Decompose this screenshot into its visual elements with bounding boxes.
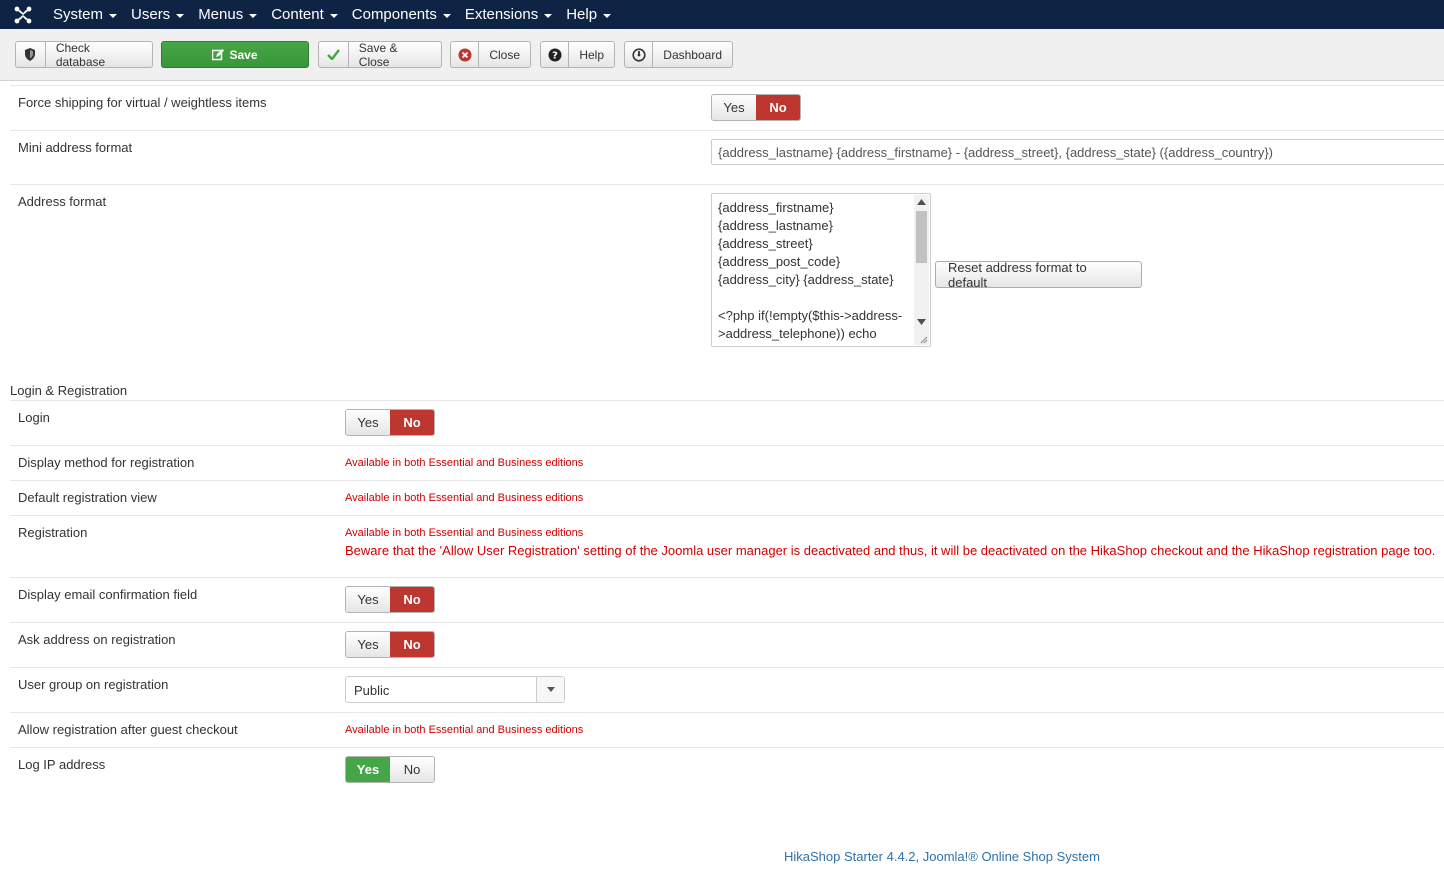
check-icon bbox=[319, 42, 349, 67]
ask-address-row: Ask address on registration Yes No bbox=[10, 623, 1444, 668]
close-button[interactable]: Close bbox=[450, 41, 531, 68]
email-confirmation-toggle: Yes No bbox=[345, 586, 435, 613]
caret-down-icon bbox=[109, 13, 118, 18]
after-guest-row: Allow registration after guest checkout … bbox=[10, 713, 1444, 748]
user-group-row: User group on registration Public bbox=[10, 668, 1444, 713]
availability-note: Available in both Essential and Business… bbox=[345, 724, 584, 736]
email-confirmation-yes[interactable]: Yes bbox=[346, 587, 390, 612]
force-shipping-yes[interactable]: Yes bbox=[712, 95, 756, 120]
ask-address-toggle: Yes No bbox=[345, 631, 435, 658]
dashboard-button[interactable]: Dashboard bbox=[624, 41, 733, 68]
force-shipping-row: Force shipping for virtual / weightless … bbox=[10, 86, 1444, 131]
display-method-label: Display method for registration bbox=[18, 455, 195, 470]
address-format-row: Address format {address_firstname} {addr… bbox=[10, 185, 1444, 370]
email-confirmation-no[interactable]: No bbox=[390, 587, 434, 612]
dashboard-gauge-icon bbox=[625, 42, 654, 67]
email-confirmation-row: Display email confirmation field Yes No bbox=[10, 578, 1444, 623]
mini-address-input[interactable]: {address_lastname} {address_firstname} -… bbox=[711, 139, 1444, 165]
footer-link[interactable]: HikaShop Starter 4.4.2, Joomla!® Online … bbox=[784, 849, 1100, 864]
save-button[interactable]: Save bbox=[161, 41, 309, 68]
menu-system[interactable]: System bbox=[46, 0, 124, 29]
force-shipping-toggle: Yes No bbox=[711, 94, 801, 121]
default-view-row: Default registration view Available in b… bbox=[10, 481, 1444, 516]
after-guest-label: Allow registration after guest checkout bbox=[18, 722, 238, 737]
menu-users[interactable]: Users bbox=[124, 0, 191, 29]
config-content: Force shipping for virtual / weightless … bbox=[0, 81, 1444, 890]
resize-grip-icon[interactable] bbox=[920, 336, 928, 344]
caret-down-icon bbox=[544, 13, 553, 18]
scroll-up-arrow-icon[interactable] bbox=[917, 199, 926, 205]
login-registration-title: Login & Registration bbox=[10, 383, 128, 398]
force-shipping-no[interactable]: No bbox=[756, 95, 800, 120]
mini-address-label: Mini address format bbox=[18, 140, 133, 155]
registration-row: Registration Available in both Essential… bbox=[10, 516, 1444, 578]
log-ip-row: Log IP address Yes No bbox=[10, 748, 1444, 794]
user-group-label: User group on registration bbox=[18, 677, 169, 692]
display-method-row: Display method for registration Availabl… bbox=[10, 446, 1444, 481]
login-label: Login bbox=[18, 410, 50, 425]
top-navbar: System Users Menus Content Components Ex… bbox=[0, 0, 1444, 29]
help-button[interactable]: ? Help bbox=[540, 41, 615, 68]
svg-text:?: ? bbox=[552, 50, 558, 61]
login-yes[interactable]: Yes bbox=[346, 410, 390, 435]
cancel-circle-icon bbox=[451, 42, 480, 67]
joomla-logo-icon[interactable] bbox=[0, 0, 46, 29]
login-no[interactable]: No bbox=[390, 410, 434, 435]
question-circle-icon: ? bbox=[541, 42, 570, 67]
user-group-select[interactable]: Public bbox=[345, 676, 565, 703]
email-confirmation-label: Display email confirmation field bbox=[18, 587, 198, 602]
caret-down-icon bbox=[249, 13, 258, 18]
caret-down-icon bbox=[176, 13, 185, 18]
address-format-label: Address format bbox=[18, 194, 107, 209]
force-shipping-label: Force shipping for virtual / weightless … bbox=[18, 95, 267, 110]
caret-down-icon bbox=[603, 13, 612, 18]
edit-icon bbox=[212, 48, 225, 61]
menu-help[interactable]: Help bbox=[559, 0, 618, 29]
check-database-button[interactable]: Check database bbox=[15, 41, 153, 69]
ask-address-no[interactable]: No bbox=[390, 632, 434, 657]
login-toggle: Yes No bbox=[345, 409, 435, 436]
menu-content[interactable]: Content bbox=[264, 0, 345, 29]
availability-note: Available in both Essential and Business… bbox=[345, 457, 584, 469]
default-view-label: Default registration view bbox=[18, 490, 157, 505]
login-row: Login Yes No bbox=[10, 401, 1444, 446]
shield-icon bbox=[16, 42, 46, 67]
scrollbar-thumb[interactable] bbox=[916, 211, 927, 263]
registration-warning: Beware that the 'Allow User Registration… bbox=[345, 543, 1436, 558]
reset-address-format-button[interactable]: Reset address format to default bbox=[935, 260, 1142, 290]
address-format-textarea[interactable]: {address_firstname} {address_lastname} {… bbox=[711, 193, 931, 347]
user-group-value: Public bbox=[354, 683, 390, 698]
log-ip-label: Log IP address bbox=[18, 757, 106, 772]
log-ip-no[interactable]: No bbox=[390, 757, 434, 782]
menu-components[interactable]: Components bbox=[345, 0, 458, 29]
chevron-down-icon bbox=[536, 677, 564, 702]
menu-extensions[interactable]: Extensions bbox=[458, 0, 559, 29]
ask-address-label: Ask address on registration bbox=[18, 632, 176, 647]
availability-note: Available in both Essential and Business… bbox=[345, 492, 584, 504]
caret-down-icon bbox=[329, 13, 338, 18]
log-ip-toggle: Yes No bbox=[345, 756, 435, 783]
save-close-button[interactable]: Save & Close bbox=[318, 41, 442, 69]
registration-label: Registration bbox=[18, 525, 88, 540]
scroll-down-arrow-icon[interactable] bbox=[917, 319, 926, 325]
ask-address-yes[interactable]: Yes bbox=[346, 632, 390, 657]
mini-address-row: Mini address format {address_lastname} {… bbox=[10, 131, 1444, 185]
availability-note: Available in both Essential and Business… bbox=[345, 527, 584, 539]
log-ip-yes[interactable]: Yes bbox=[346, 757, 390, 782]
textarea-scrollbar[interactable] bbox=[914, 195, 929, 345]
toolbar: Check database Save Save & Close Close ?… bbox=[0, 29, 1444, 81]
menu-menus[interactable]: Menus bbox=[191, 0, 264, 29]
caret-down-icon bbox=[442, 13, 451, 18]
